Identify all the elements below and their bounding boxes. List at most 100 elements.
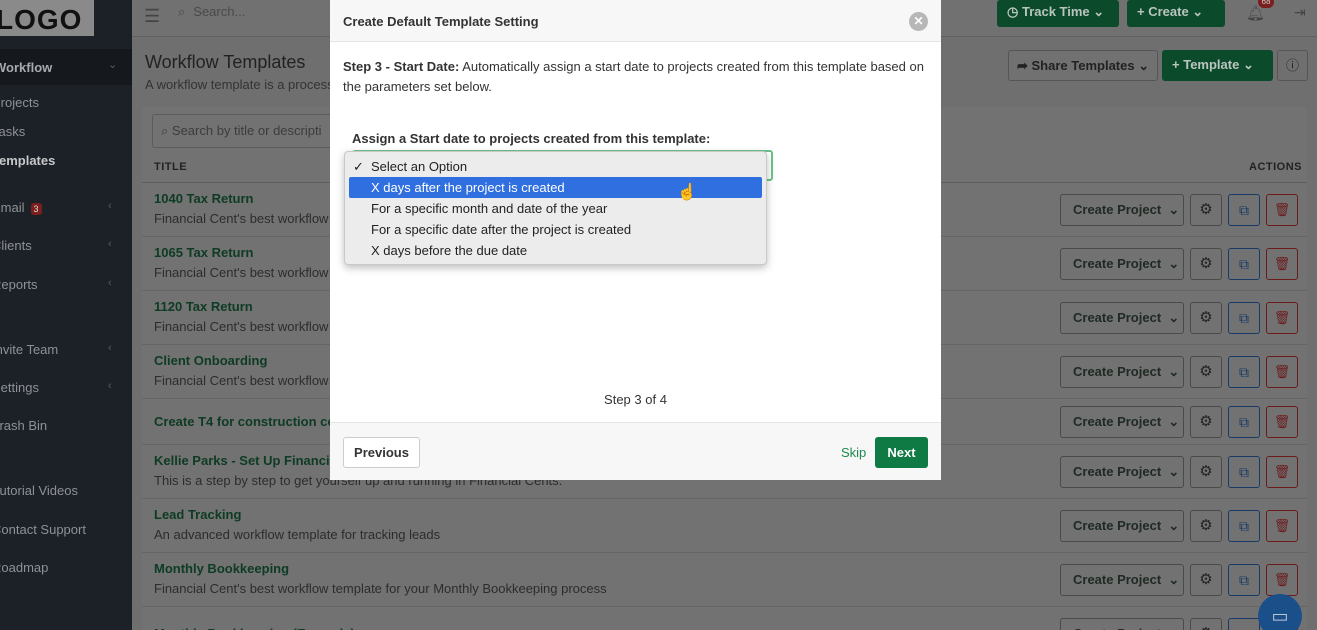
modal-header: Create Default Template Setting ✕ [330,0,941,42]
template-title[interactable]: Monthly Bookkeeping (Example) [154,626,355,630]
template-title[interactable]: Monthly Bookkeeping [154,561,289,576]
logout-icon[interactable]: ⇥ [1294,4,1306,21]
create-default-template-modal: Create Default Template Setting ✕ Step 3… [330,0,941,480]
create-project-button[interactable]: Create Project ⌄ [1060,456,1184,488]
option-specific-month-date[interactable]: For a specific month and date of the yea… [349,198,762,219]
logo[interactable]: LOGO [0,0,94,36]
global-search-placeholder: Search... [193,4,246,19]
add-template-button[interactable]: + Template ⌄ [1162,50,1273,81]
template-description: Financial Cent's best workflow t [154,319,336,334]
copy-icon[interactable]: ⧉ [1228,248,1260,280]
create-project-label: Create Project [1073,414,1162,429]
plus-icon: + [1172,57,1184,72]
create-project-button[interactable]: Create Project ⌄ [1060,406,1184,438]
chat-icon[interactable]: ▭ [1258,594,1302,630]
page-title: Workflow Templates [145,52,306,72]
gear-icon[interactable]: ⚙ [1190,194,1222,226]
previous-button[interactable]: Previous [343,437,420,468]
gear-icon[interactable]: ⚙ [1190,564,1222,596]
option-label: X days after the project is created [371,180,565,195]
template-title[interactable]: Lead Tracking [154,507,241,522]
trash-icon[interactable]: 🗑︎ [1266,406,1298,438]
track-time-button[interactable]: ◷ Track Time ⌄ [997,0,1119,27]
create-project-button[interactable]: Create Project ⌄ [1060,248,1184,280]
gear-icon[interactable]: ⚙ [1190,248,1222,280]
option-label: Select an Option [371,159,468,174]
copy-icon[interactable]: ⧉ [1228,302,1260,334]
sidebar-item-label: Templates [0,153,56,168]
template-title[interactable]: 1065 Tax Return [154,245,253,260]
template-title[interactable]: Create T4 for construction com [154,414,347,429]
create-button[interactable]: + Create ⌄ [1127,0,1225,27]
gear-icon[interactable]: ⚙ [1190,356,1222,388]
option-x-days-after-created[interactable]: X days after the project is created [349,177,762,198]
sidebar-item-label: Projects [0,95,39,110]
hand-cursor-icon: ☝ [677,184,697,201]
template-title[interactable]: Client Onboarding [154,353,267,368]
share-templates-label: Share Templates [1031,58,1135,73]
gear-icon[interactable]: ⚙ [1190,456,1222,488]
copy-icon[interactable]: ⧉ [1228,406,1260,438]
option-x-days-before-due[interactable]: X days before the due date [349,240,762,261]
global-search[interactable]: ⌕ Search... [178,4,245,20]
template-title[interactable]: 1120 Tax Return [154,299,253,314]
copy-icon[interactable]: ⧉ [1228,194,1260,226]
info-button[interactable]: ⓘ [1277,50,1308,81]
create-project-button[interactable]: Create Project ⌄ [1060,618,1184,630]
copy-icon[interactable]: ⧉ [1228,618,1260,630]
create-project-label: Create Project [1073,626,1161,630]
option-select-an-option[interactable]: ✓ Select an Option [349,156,762,177]
trash-icon[interactable]: 🗑︎ [1266,248,1298,280]
template-description: Financial Cent's best workflow t [154,211,336,226]
trash-icon[interactable]: 🗑︎ [1266,510,1298,542]
skip-button[interactable]: Skip [841,445,866,460]
sidebar-item-workflow[interactable]: Workflow ⌄ [0,49,132,85]
page-subtitle: A workflow template is a process [145,77,334,92]
table-row[interactable]: Monthly Bookkeeping (Example) Create Proj… [142,607,1307,630]
trash-icon[interactable]: 🗑︎ [1266,302,1298,334]
trash-icon[interactable]: 🗑︎ [1266,456,1298,488]
trash-icon[interactable]: 🗑︎ [1266,194,1298,226]
gear-icon[interactable]: ⚙ [1190,302,1222,334]
close-icon[interactable]: ✕ [909,12,928,31]
create-project-button[interactable]: Create Project ⌄ [1060,510,1184,542]
chevron-down-icon: ⌄ [1161,310,1180,325]
gear-icon[interactable]: ⚙ [1190,618,1222,630]
copy-icon[interactable]: ⧉ [1228,564,1260,596]
hamburger-menu-icon[interactable]: ☰ [144,6,160,27]
share-templates-button[interactable]: ➦ Share Templates ⌄ [1008,50,1158,81]
create-project-button[interactable]: Create Project ⌄ [1060,356,1184,388]
template-description: Financial Cent's best workflow t [154,265,336,280]
template-description: Financial Cent's best workflow t [154,373,336,388]
copy-icon[interactable]: ⧉ [1228,356,1260,388]
copy-icon[interactable]: ⧉ [1228,456,1260,488]
create-project-button[interactable]: Create Project ⌄ [1060,302,1184,334]
trash-icon[interactable]: 🗑︎ [1266,356,1298,388]
chevron-down-icon: ⌄ [1134,58,1150,73]
sidebar-item-label: Email 3 [0,200,42,215]
template-title[interactable]: Kellie Parks - Set Up Financial [154,453,340,468]
mail-count-badge: 3 [30,203,42,215]
trash-icon[interactable]: 🗑︎ [1266,564,1298,596]
option-label: For a specific date after the project is… [371,222,632,237]
chevron-left-icon: ‹ [108,238,112,250]
chevron-down-icon: ⌄ [1161,572,1180,587]
step-label: Step 3 - Start Date: [343,59,460,74]
copy-icon[interactable]: ⧉ [1228,510,1260,542]
table-row[interactable]: Monthly Bookkeeping Financial Cent's best… [142,553,1307,607]
next-button[interactable]: Next [875,437,928,468]
sidebar-item-label: Settings [0,380,39,395]
create-project-button[interactable]: Create Project ⌄ [1060,194,1184,226]
search-icon: ⌕ [178,4,186,19]
gear-icon[interactable]: ⚙ [1190,510,1222,542]
sidebar: LOGO Workflow ⌄ Projects Tasks Templates… [0,0,132,630]
sidebar-item-label: Tasks [0,124,26,139]
template-title[interactable]: 1040 Tax Return [154,191,253,206]
table-row[interactable]: Lead Tracking An advanced workflow templa… [142,499,1307,553]
create-project-button[interactable]: Create Project ⌄ [1060,564,1184,596]
option-specific-date-after-created[interactable]: For a specific date after the project is… [349,219,762,240]
gear-icon[interactable]: ⚙ [1190,406,1222,438]
create-project-label: Create Project [1073,256,1162,271]
chevron-left-icon: ‹ [108,380,112,392]
sidebar-item-text: Email [0,200,25,215]
